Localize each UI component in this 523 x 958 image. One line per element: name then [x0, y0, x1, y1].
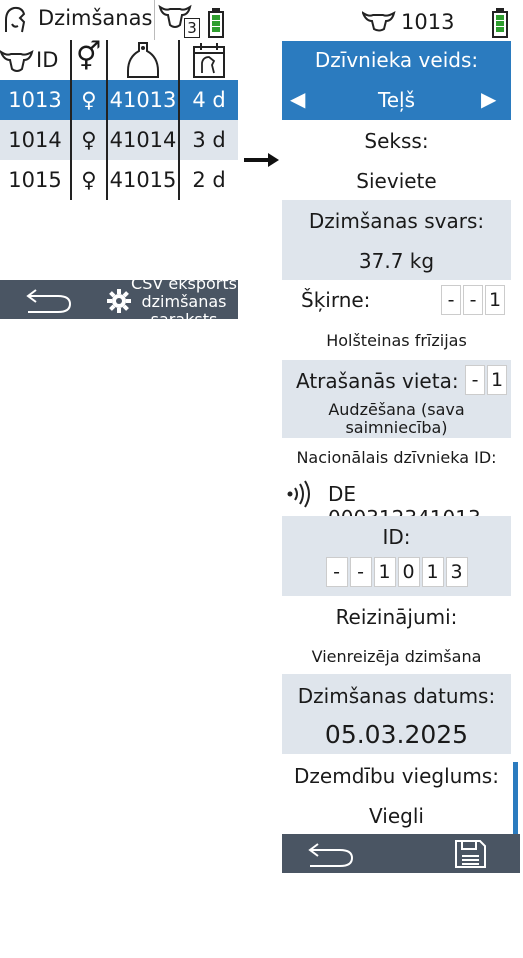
location-code-digit: 1: [487, 365, 507, 395]
table-row[interactable]: 1014 ♀ 41014 3 d: [0, 120, 238, 160]
cell-tag: 41015: [109, 168, 177, 192]
cow-head-column-icon: [0, 49, 34, 72]
csv-export-button[interactable]: CSV eksports dzimšanas saraksts: [124, 275, 244, 319]
table-row[interactable]: 1013 ♀ 41013 4 d: [0, 80, 238, 120]
tab-animals-count: 3: [184, 18, 200, 38]
cow-head-icon: [362, 10, 396, 32]
cell-tag: 41014: [109, 128, 177, 152]
column-divider: [106, 40, 108, 200]
tab-animals[interactable]: 3: [156, 0, 204, 40]
animal-type-label: Dzīvnieka veids:: [314, 48, 479, 72]
multiples-label: Reizinājumi:: [335, 605, 458, 629]
next-arrow-icon[interactable]: ▶: [481, 87, 496, 111]
location-value: Audzēšana (sava saimniecība): [328, 400, 465, 437]
calving-ease-section[interactable]: Dzemdību vieglums: Viegli: [282, 754, 511, 834]
scrollbar[interactable]: [513, 762, 518, 834]
cell-id: 1014: [8, 128, 62, 152]
cell-sex: ♀: [81, 128, 97, 152]
calendar-birth-column-icon[interactable]: [192, 41, 226, 79]
back-arrow-icon[interactable]: [306, 840, 356, 868]
breed-code[interactable]: --1: [440, 285, 506, 315]
table-row[interactable]: 1015 ♀ 41015 2 d: [0, 160, 238, 200]
cell-id: 1013: [8, 88, 62, 112]
animal-type-section: Dzīvnieka veids: ◀ Teļš ▶: [282, 41, 511, 120]
location-label: Atrašanās vieta:: [296, 369, 459, 393]
breed-code-digit: -: [441, 285, 461, 315]
column-divider: [178, 40, 180, 200]
id-digit: 0: [397, 557, 420, 587]
id-digit: 1: [373, 557, 396, 587]
column-id[interactable]: ID: [36, 48, 58, 72]
cell-tag: 41013: [109, 88, 177, 112]
id-digit: -: [349, 557, 372, 587]
column-header: ID ⚥: [0, 40, 238, 80]
cell-sex: ♀: [81, 168, 97, 192]
cell-age: 3 d: [192, 128, 226, 152]
location-code[interactable]: -1: [464, 365, 508, 395]
id-section[interactable]: ID: --1013: [282, 516, 511, 596]
tab-births-label: Dzimšanas: [38, 6, 153, 30]
sex-column-icon[interactable]: ⚥: [76, 40, 101, 73]
location-code-digit: -: [465, 365, 485, 395]
location-section[interactable]: Atrašanās vieta: -1 Audzēšana (sava saim…: [282, 360, 511, 438]
id-code[interactable]: --1013: [282, 557, 511, 587]
right-header: 1013: [282, 0, 520, 40]
birth-weight-value: 37.7 kg: [358, 249, 435, 273]
column-divider: [70, 40, 72, 200]
multiples-section[interactable]: Reizinājumi: Vienreizēja dzimšana: [282, 596, 511, 674]
ear-tag-column-icon[interactable]: [126, 41, 160, 79]
national-id-section[interactable]: Nacionālais dzīvnieka ID: DE 00031234101…: [282, 438, 511, 530]
breed-label: Šķirne:: [301, 288, 371, 312]
breed-value: Holšteinas frīzijas: [326, 331, 467, 350]
cell-id: 1015: [8, 168, 62, 192]
cell-sex: ♀: [81, 88, 97, 112]
calving-ease-label: Dzemdību vieglums:: [294, 764, 499, 788]
breed-code-digit: -: [463, 285, 483, 315]
national-id-label: Nacionālais dzīvnieka ID:: [296, 448, 497, 467]
save-icon[interactable]: [454, 840, 486, 868]
multiples-value: Vienreizēja dzimšana: [311, 647, 482, 666]
calving-ease-value: Viegli: [369, 804, 424, 828]
right-arrow-icon: [244, 153, 279, 167]
header-animal-id: 1013: [401, 10, 455, 34]
rfid-icon: [287, 480, 310, 508]
sex-value: Sieviete: [356, 169, 437, 193]
cell-age: 4 d: [192, 88, 226, 112]
calf-birth-icon: [5, 6, 26, 33]
id-digit: 1: [421, 557, 444, 587]
sex-section[interactable]: Sekss: Sieviete: [282, 120, 511, 200]
id-digit: 3: [445, 557, 468, 587]
birth-weight-section[interactable]: Dzimšanas svars: 37.7 kg: [282, 200, 511, 280]
sex-label: Sekss:: [364, 129, 429, 153]
id-digit: -: [325, 557, 348, 587]
back-arrow-icon[interactable]: [24, 286, 74, 314]
tab-births[interactable]: Dzimšanas: [0, 0, 155, 40]
birth-date-section[interactable]: Dzimšanas datums: 05.03.2025: [282, 674, 511, 754]
breed-section[interactable]: Šķirne: --1 Holšteinas frīzijas: [282, 280, 511, 360]
battery-icon: [492, 8, 508, 38]
birth-date-value: 05.03.2025: [324, 720, 469, 749]
animal-type-value[interactable]: Teļš: [322, 88, 471, 112]
previous-arrow-icon[interactable]: ◀: [290, 87, 305, 111]
battery-icon: [208, 8, 224, 38]
id-label: ID:: [382, 525, 411, 549]
breed-code-digit: 1: [485, 285, 505, 315]
birth-date-label: Dzimšanas datums:: [297, 684, 496, 708]
cell-age: 2 d: [192, 168, 226, 192]
birth-weight-label: Dzimšanas svars:: [308, 209, 485, 233]
